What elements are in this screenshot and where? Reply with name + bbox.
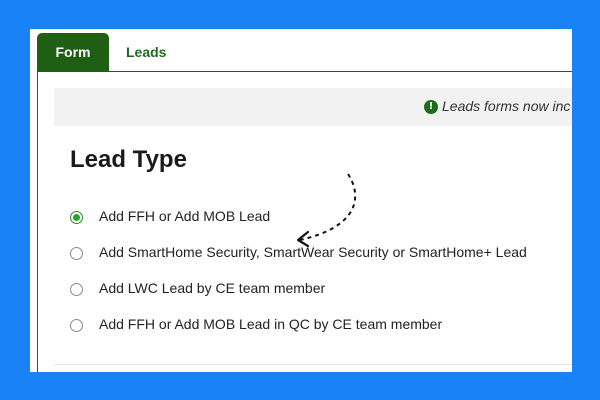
lead-option-label: Add FFH or Add MOB Lead <box>99 208 271 224</box>
radio-button[interactable] <box>70 247 83 260</box>
divider <box>54 364 572 365</box>
dashed-arrow-annotation <box>296 173 357 248</box>
tab-leads[interactable]: Leads <box>126 33 166 71</box>
form-content: ! Leads forms now inc Lead Type Add FFH … <box>37 71 572 372</box>
tab-form[interactable]: Form <box>37 33 109 71</box>
main-panel: Form Leads ! Leads forms now inc Lead Ty… <box>30 29 572 372</box>
radio-button[interactable] <box>70 319 83 332</box>
radio-button[interactable] <box>70 283 83 296</box>
info-circle-icon: ! <box>424 100 438 114</box>
notice-text: Leads forms now inc <box>442 98 571 114</box>
lead-type-heading: Lead Type <box>70 146 187 173</box>
lead-option-label: Add LWC Lead by CE team member <box>99 280 326 296</box>
lead-option-label: Add FFH or Add MOB Lead in QC by CE team… <box>99 316 443 332</box>
tab-bar: Form Leads <box>30 29 572 71</box>
radio-button-selected[interactable] <box>70 211 83 224</box>
notice-banner: ! Leads forms now inc <box>54 88 572 126</box>
